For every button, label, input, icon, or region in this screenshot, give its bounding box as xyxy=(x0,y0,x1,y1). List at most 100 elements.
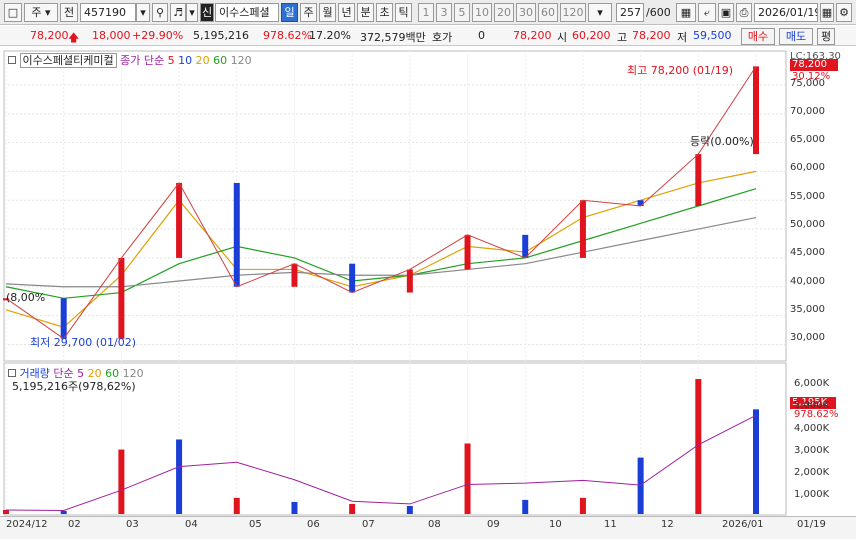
candle xyxy=(522,234,529,258)
volume-bar xyxy=(753,409,759,514)
minute-10[interactable]: 10 xyxy=(472,3,492,22)
chart-area[interactable]: 이수스페셜티케미컬 종가 단순 5 10 20 60 120 최고 78,200… xyxy=(0,47,856,539)
buy-button[interactable]: 매수 xyxy=(741,28,775,45)
current-price-tag: 78,200 xyxy=(790,59,838,71)
volume-tick: 2,000K xyxy=(794,467,830,478)
minute-20[interactable]: 20 xyxy=(494,3,514,22)
volume-bar xyxy=(464,443,471,514)
minute-5[interactable]: 5 xyxy=(454,3,470,22)
period-day[interactable]: 일 xyxy=(281,3,298,22)
left-pct-label: (8,00% xyxy=(6,291,46,304)
bid-price: 78,200 xyxy=(513,29,552,42)
chart-type-icon[interactable]: ▦ xyxy=(676,3,696,22)
hoga-label: 호가 xyxy=(432,31,453,44)
price-tick: 35,000 xyxy=(790,304,825,315)
new-listing-badge: 신 xyxy=(200,3,214,22)
count-total: /600 xyxy=(646,6,671,19)
period-minute[interactable]: 분 xyxy=(357,3,374,22)
open-price: 60,200 xyxy=(572,29,611,42)
x-tick: 09 xyxy=(487,519,500,530)
x-tick: 02 xyxy=(68,519,81,530)
low-label: 저 xyxy=(677,31,688,44)
ma-60: 60 xyxy=(213,54,228,67)
volume-bar xyxy=(406,505,413,514)
minute-30[interactable]: 30 xyxy=(516,3,536,22)
candle xyxy=(349,263,356,293)
ma-120: 120 xyxy=(230,54,252,67)
stock-name-field: 이수스페셜 xyxy=(215,3,279,22)
period-week[interactable]: 주 xyxy=(300,3,317,22)
eval-button[interactable]: 평 xyxy=(817,28,835,45)
high-price: 78,200 xyxy=(632,29,671,42)
high-label: 고 xyxy=(617,31,628,44)
period-tick[interactable]: 틱 xyxy=(395,3,412,22)
draw-tool-icon[interactable]: ⤶ xyxy=(698,3,716,22)
quote-bar: 78,200 🡅 18,000 +29.90% 5,195,216 978.62… xyxy=(0,26,856,46)
sell-button[interactable]: 매도 xyxy=(779,28,813,45)
price-tick: 70,000 xyxy=(790,106,825,117)
window-icon[interactable]: □ xyxy=(4,3,22,22)
x-tick: 08 xyxy=(428,519,441,530)
x-tick: 05 xyxy=(249,519,262,530)
period-year[interactable]: 년 xyxy=(338,3,355,22)
code-input[interactable]: 457190 xyxy=(80,3,136,22)
market-value: 주 xyxy=(31,6,42,19)
date-input[interactable]: 2026/01/19 xyxy=(754,3,818,22)
x-tick: 07 xyxy=(362,519,375,530)
x-tick: 01/19 xyxy=(797,519,826,530)
period-month[interactable]: 월 xyxy=(319,3,336,22)
period-second[interactable]: 초 xyxy=(376,3,393,22)
volume-bar xyxy=(522,499,529,514)
volume-bar xyxy=(579,497,586,514)
volume-bar xyxy=(349,503,356,514)
x-tick: 11 xyxy=(604,519,617,530)
scope-button[interactable]: 전 xyxy=(60,3,78,22)
calendar-icon[interactable]: ▦ xyxy=(820,3,834,22)
open-label: 시 xyxy=(557,31,568,44)
code-dropdown-icon[interactable]: ▾ xyxy=(136,3,150,22)
print-icon[interactable]: ⎙ xyxy=(736,3,752,22)
candle xyxy=(176,182,183,258)
search-icon[interactable]: ⚲ xyxy=(152,3,168,22)
volume-ratio: 978.62% xyxy=(263,29,312,42)
ma-20: 20 xyxy=(195,54,210,67)
candle xyxy=(233,182,240,287)
drop-label: 등락(0.00%) xyxy=(690,135,754,148)
minute-60[interactable]: 60 xyxy=(538,3,558,22)
volume-bar xyxy=(176,439,183,514)
price-tick: 65,000 xyxy=(790,134,825,145)
speaker-dropdown-icon[interactable]: ▾ xyxy=(186,3,198,22)
ma-5: 5 xyxy=(167,54,175,67)
volume-tick: 5,000K xyxy=(794,400,830,411)
volume-value-text: 5,195,216주(978,62%) xyxy=(12,380,136,393)
price-tick: 50,000 xyxy=(790,219,825,230)
price-change-pct: +29.90% xyxy=(132,29,184,42)
ma-10: 10 xyxy=(178,54,193,67)
candle xyxy=(291,263,298,287)
candle xyxy=(753,66,759,155)
x-tick: 2024/12 xyxy=(6,519,48,530)
minute-1[interactable]: 1 xyxy=(418,3,434,22)
volume-bar xyxy=(3,509,9,514)
market-select[interactable]: 주 ▾ xyxy=(24,3,58,22)
speaker-icon[interactable]: ♬ xyxy=(170,3,186,22)
price-tick: 30,000 xyxy=(790,332,825,343)
minute-3[interactable]: 3 xyxy=(436,3,452,22)
top-toolbar: □ 주 ▾ 전 457190 ▾ ⚲ ♬ ▾ 신 이수스페셜 일 주 월 년 분… xyxy=(0,0,856,25)
volume-bar xyxy=(118,449,125,514)
candle xyxy=(60,298,67,339)
minute-120[interactable]: 120 xyxy=(560,3,586,22)
count-input[interactable]: 257 xyxy=(616,3,644,22)
volume-bar xyxy=(637,457,644,514)
candle xyxy=(406,269,413,293)
volume-tick: 3,000K xyxy=(794,445,830,456)
minute-dropdown-icon[interactable]: ▾ xyxy=(588,3,612,22)
volume-bar xyxy=(233,497,240,514)
panel-icon xyxy=(8,56,16,64)
save-icon[interactable]: ▣ xyxy=(718,3,734,22)
stock-name-tag[interactable]: 이수스페셜티케미컬 xyxy=(19,53,117,68)
x-tick: 04 xyxy=(185,519,198,530)
volume-tick: 4,000K xyxy=(794,423,830,434)
price-tick: 75,000 xyxy=(790,78,825,89)
settings-icon[interactable]: ⚙ xyxy=(836,3,852,22)
